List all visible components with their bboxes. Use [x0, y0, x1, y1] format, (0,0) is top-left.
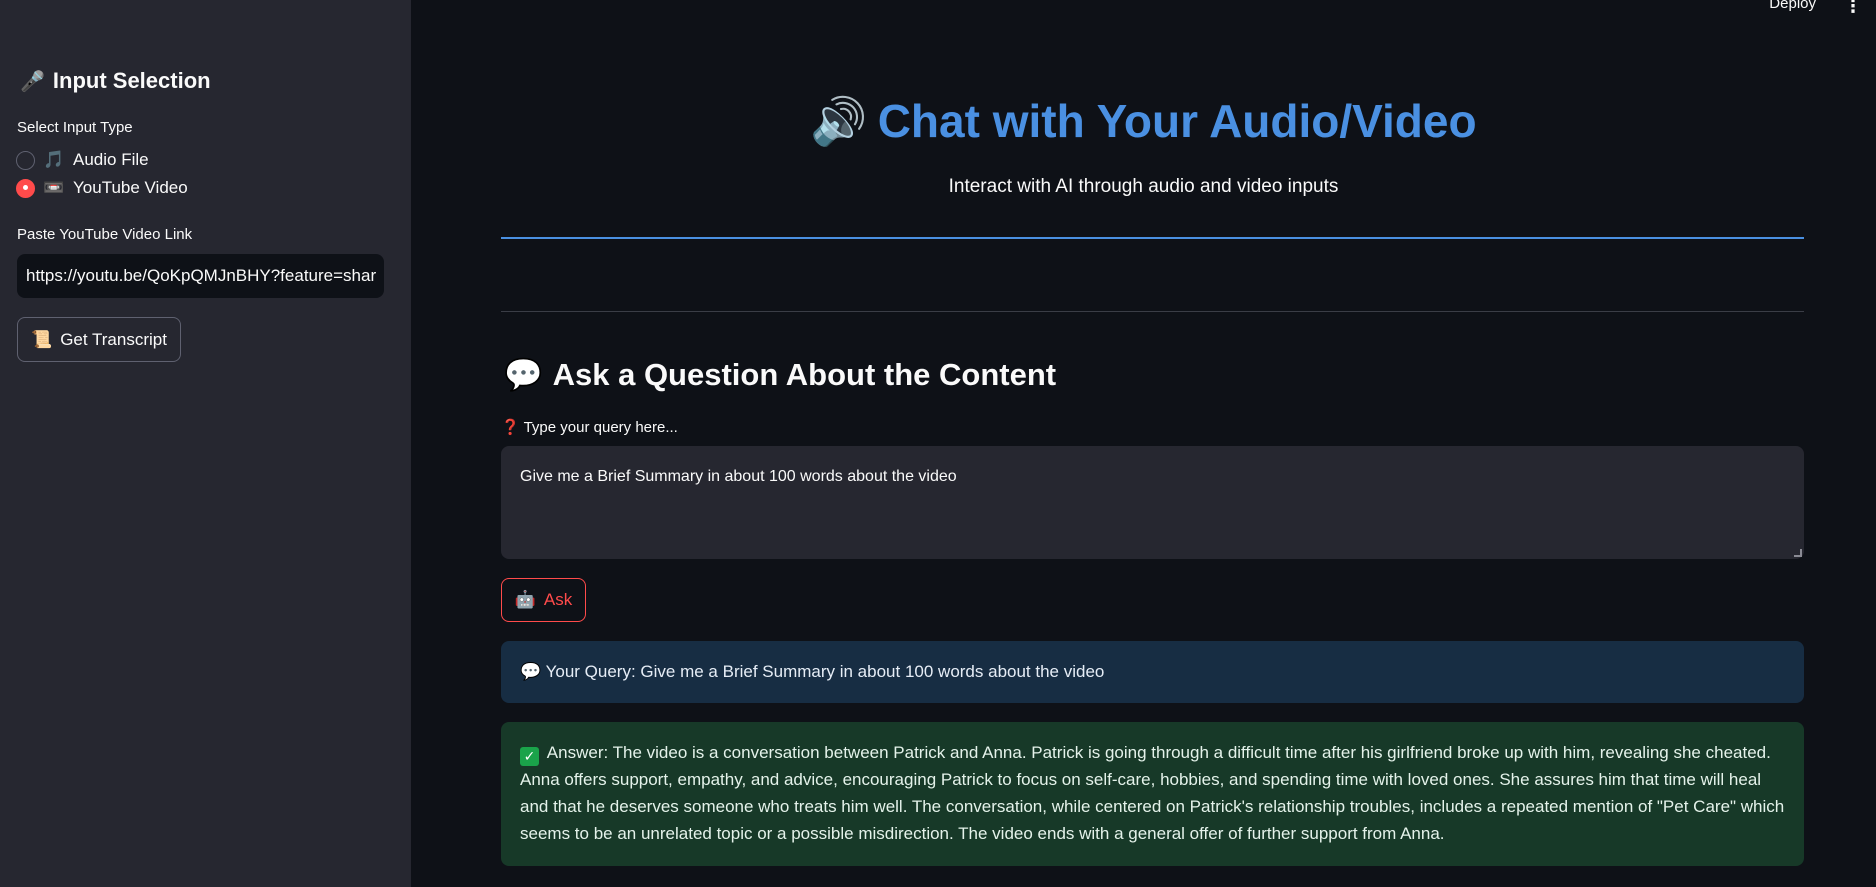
answer-success-box: ✓ Answer: The video is a conversation be…: [501, 722, 1804, 866]
youtube-link-input[interactable]: https://youtu.be/QoKpQMJnBHY?feature=sha…: [17, 254, 384, 298]
query-display-icon: 💬: [520, 662, 542, 681]
question-mark-icon: ❓: [501, 419, 520, 436]
speech-bubble-icon: 💬: [504, 357, 543, 392]
ask-label: Ask: [543, 590, 573, 609]
sidebar: 🎤 Input Selection Select Input Type 🎵 Au…: [0, 0, 411, 887]
title-divider: [501, 237, 1804, 239]
query-display-text: Your Query: Give me a Brief Summary in a…: [545, 662, 1105, 681]
section-heading-text: Ask a Question About the Content: [552, 356, 1057, 392]
get-transcript-label: Get Transcript: [60, 329, 167, 349]
radio-button-checked[interactable]: [16, 178, 35, 198]
microphone-icon: 🎤: [20, 70, 45, 93]
check-mark-icon: ✓: [520, 747, 539, 766]
youtube-link-label: Paste YouTube Video Link: [17, 226, 193, 243]
query-label-text: Type your query here...: [523, 419, 678, 436]
query-textarea-value: Give me a Brief Summary in about 100 wor…: [520, 468, 957, 485]
radio-button-unchecked[interactable]: [16, 150, 35, 170]
section-heading: 💬 Ask a Question About the Content: [504, 356, 1056, 393]
sidebar-header: 🎤 Input Selection: [20, 68, 211, 94]
scroll-icon: 📜: [31, 329, 53, 349]
resize-handle-icon[interactable]: [1794, 549, 1802, 557]
page-title: 🔊 Chat with Your Audio/Video: [411, 94, 1876, 149]
robot-icon: 🤖: [514, 590, 536, 609]
section-divider: [501, 311, 1804, 312]
query-textarea[interactable]: Give me a Brief Summary in about 100 wor…: [501, 446, 1804, 559]
query-label: ❓ Type your query here...: [501, 418, 678, 436]
input-type-label: Select Input Type: [17, 119, 133, 136]
videocassette-icon: 📼: [43, 178, 65, 197]
radio-label-audio-file: Audio File: [73, 150, 149, 169]
query-info-box: 💬 Your Query: Give me a Brief Summary in…: [501, 641, 1804, 703]
page-subtitle: Interact with AI through audio and video…: [948, 176, 1339, 197]
deploy-button[interactable]: Deploy: [1769, 0, 1816, 12]
youtube-link-value: https://youtu.be/QoKpQMJnBHY?feature=sha…: [26, 266, 377, 285]
speaker-icon: 🔊: [810, 95, 868, 147]
music-note-icon: 🎵: [43, 150, 65, 169]
get-transcript-button[interactable]: 📜 Get Transcript: [17, 317, 181, 362]
main-menu-icon[interactable]: ⋮: [1844, 0, 1862, 17]
sidebar-title: Input Selection: [52, 68, 211, 93]
radio-label-youtube-video: YouTube Video: [73, 178, 188, 197]
radio-youtube-video[interactable]: 📼 YouTube Video: [16, 178, 188, 198]
answer-text: Answer: The video is a conversation betw…: [520, 743, 1785, 843]
ask-button[interactable]: 🤖 Ask: [501, 578, 586, 622]
radio-audio-file[interactable]: 🎵 Audio File: [16, 150, 149, 170]
page-title-text: Chat with Your Audio/Video: [877, 95, 1477, 147]
